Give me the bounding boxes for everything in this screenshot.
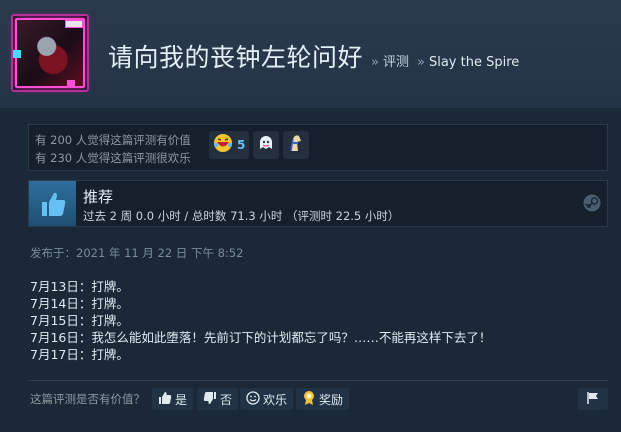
award-count: 5 xyxy=(237,138,246,152)
divider xyxy=(28,380,608,381)
review-line: 7月13日：打牌。 xyxy=(30,279,129,294)
vote-no-button[interactable]: 否 xyxy=(197,388,239,410)
award-laughing[interactable]: 5 xyxy=(209,131,250,159)
review-line: 7月17日：打牌。 xyxy=(30,347,129,362)
review-header: 请向我的丧钟左轮问好 » 评测 » Slay the Spire xyxy=(0,0,621,108)
breadcrumb-reviews[interactable]: 评测 xyxy=(383,51,409,70)
breadcrumb-separator: » xyxy=(371,55,379,70)
thumbs-up-icon xyxy=(29,181,76,226)
posted-date: 发布于：2021 年 11 月 22 日 下午 8:52 xyxy=(30,246,244,260)
award-flex[interactable] xyxy=(283,131,310,159)
flex-arm-icon xyxy=(287,133,305,157)
vote-funny-label: 欢乐 xyxy=(263,392,288,407)
helpful-count-text: 有 200 人觉得这篇评测有价值 xyxy=(35,133,191,147)
vote-yes-label: 是 xyxy=(175,392,188,407)
vote-yes-button[interactable]: 是 xyxy=(152,388,194,410)
funny-count-text: 有 230 人觉得这篇评测很欢乐 xyxy=(35,151,191,165)
avatar-frame-corner xyxy=(13,50,21,58)
award-label: 奖励 xyxy=(319,392,344,407)
award-button[interactable]: 奖励 xyxy=(296,388,350,410)
avatar-frame-tag xyxy=(65,20,83,28)
review-line: 7月14日：打牌。 xyxy=(30,296,129,311)
flag-icon xyxy=(586,390,600,409)
breadcrumb-separator: » xyxy=(417,55,425,70)
steam-logo-icon xyxy=(583,194,601,216)
review-body: 7月13日：打牌。 7月14日：打牌。 7月15日：打牌。 7月16日：我怎么能… xyxy=(30,278,491,363)
smiley-icon xyxy=(246,390,260,408)
avatar[interactable] xyxy=(11,14,89,92)
recommendation-label: 推荐 xyxy=(83,188,114,206)
awards-row: 5 xyxy=(209,131,310,159)
helpful-question: 这篇评测是否有价值？ xyxy=(30,392,145,406)
vote-no-label: 否 xyxy=(220,392,233,407)
award-ghost[interactable] xyxy=(253,131,280,159)
recommendation-block: 推荐 过去 2 周 0.0 小时 / 总时数 71.3 小时 （评测时 22.5… xyxy=(28,180,608,227)
breadcrumb-game[interactable]: Slay the Spire xyxy=(429,55,519,70)
laughing-face-icon xyxy=(213,133,233,157)
ghost-face-icon xyxy=(257,134,275,156)
avatar-frame-corner xyxy=(67,80,75,88)
playtime-hours: 过去 2 周 0.0 小时 / 总时数 71.3 小时 （评测时 22.5 小时… xyxy=(83,209,400,223)
thumbs-up-icon xyxy=(158,391,172,408)
medal-icon xyxy=(302,390,316,409)
page-title: 请向我的丧钟左轮问好 xyxy=(108,43,364,72)
vote-summary: 有 200 人觉得这篇评测有价值 有 230 人觉得这篇评测很欢乐 5 xyxy=(28,124,608,171)
review-line: 7月15日：打牌。 xyxy=(30,313,129,328)
avatar-image xyxy=(15,18,85,88)
vote-funny-button[interactable]: 欢乐 xyxy=(240,388,294,410)
thumbs-down-icon xyxy=(203,391,217,408)
report-button[interactable] xyxy=(578,388,608,410)
title-line: 请向我的丧钟左轮问好 » 评测 » Slay the Spire xyxy=(108,38,519,74)
review-line: 7月16日：我怎么能如此堕落！先前订下的计划都忘了吗？……不能再这样下去了！ xyxy=(30,330,492,345)
